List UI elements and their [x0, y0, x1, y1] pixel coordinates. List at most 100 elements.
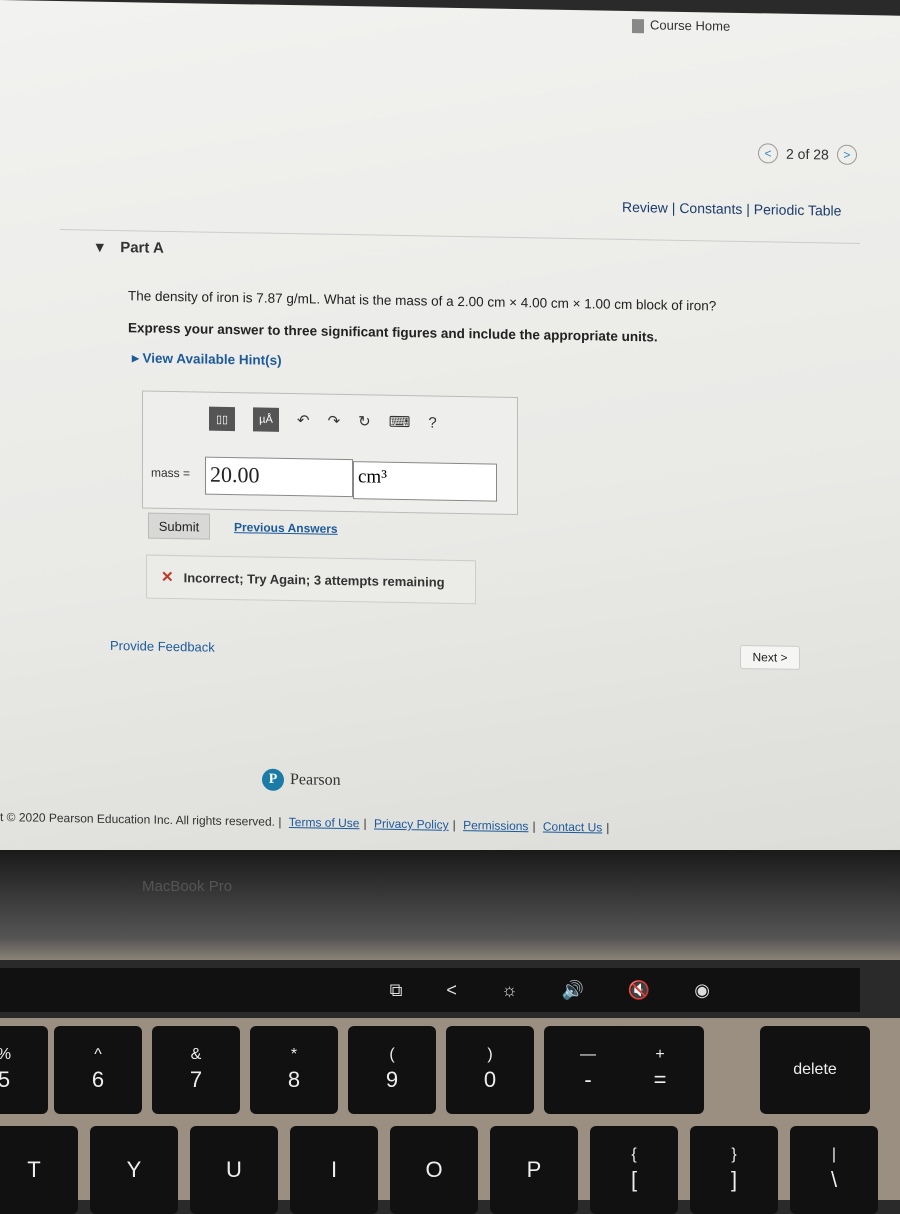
key[interactable]: }]	[690, 1126, 778, 1214]
key-top-label: (	[389, 1046, 395, 1064]
footer: t © 2020 Pearson Education Inc. All righ…	[0, 810, 610, 835]
feedback-text: Incorrect; Try Again; 3 attempts remaini…	[183, 569, 445, 590]
key-top-label: —	[580, 1046, 596, 1064]
pager-label: 2 of 28	[786, 145, 829, 163]
key-top-label: delete	[793, 1060, 837, 1078]
device-label: MacBook Pro	[142, 878, 233, 895]
key[interactable]: + =	[616, 1026, 704, 1114]
provide-feedback-link[interactable]: Provide Feedback	[110, 638, 215, 655]
view-hints-link[interactable]: ▸ View Available Hint(s)	[132, 350, 282, 369]
key[interactable]: P	[490, 1126, 578, 1214]
key[interactable]: I	[290, 1126, 378, 1214]
key-bottom-label: 5	[0, 1067, 11, 1093]
unit-value: cm³	[358, 466, 387, 488]
key-top-label: )	[487, 1046, 493, 1064]
key-bottom-label: I	[330, 1156, 338, 1182]
pearson-name: Pearson	[290, 771, 341, 789]
key-bottom-label: 8	[287, 1067, 301, 1093]
key[interactable]: Y	[90, 1126, 178, 1214]
key[interactable]: delete	[760, 1026, 870, 1114]
browser-screen: Course Home < 2 of 28 > Review | Constan…	[0, 0, 900, 866]
key-top-label: *	[290, 1046, 298, 1064]
key-bottom-label: 6	[91, 1067, 105, 1093]
key-bottom-label: Y	[126, 1156, 142, 1182]
book-icon	[632, 18, 644, 33]
reset-icon[interactable]: ↻	[358, 412, 371, 430]
keyboard: %5^6&7*8(9)0—-+=deleteTYUIOP{[}]|\	[0, 1018, 900, 1214]
key-bottom-label: ]	[730, 1167, 738, 1193]
key-bottom-label: \	[830, 1167, 838, 1193]
incorrect-icon: ✕	[161, 568, 174, 587]
key-top-label: &	[190, 1046, 202, 1064]
key[interactable]: U	[190, 1126, 278, 1214]
math-toolbar: ▯▯ µÅ ↶ ↷ ↻ ⌨ ?	[209, 406, 437, 435]
unit-input[interactable]: cm³	[353, 461, 497, 502]
submit-button[interactable]: Submit	[148, 512, 210, 540]
pearson-logo: P Pearson	[262, 768, 341, 792]
question-text: The density of iron is 7.87 g/mL. What i…	[128, 288, 717, 314]
permissions-link[interactable]: Permissions	[463, 818, 528, 833]
key[interactable]: T	[0, 1126, 78, 1214]
contact-link[interactable]: Contact Us	[543, 819, 602, 834]
next-button[interactable]: Next >	[740, 644, 800, 670]
key-bottom-label: 7	[189, 1067, 203, 1093]
key[interactable]: ^ 6	[54, 1026, 142, 1114]
previous-answers-link[interactable]: Previous Answers	[234, 520, 338, 536]
undo-icon[interactable]: ↶	[297, 411, 310, 429]
course-home-link[interactable]: Course Home	[632, 17, 730, 34]
key-bottom-label: 0	[483, 1067, 497, 1093]
part-a-header[interactable]: ▾ Part A	[96, 238, 164, 257]
key[interactable]: O	[390, 1126, 478, 1214]
mute-icon[interactable]: 🔇	[628, 980, 650, 1001]
key-top-label: %	[0, 1045, 11, 1066]
key[interactable]: ) 0	[446, 1026, 534, 1114]
key-top-label: ^	[94, 1046, 102, 1064]
pearson-p-icon: P	[262, 768, 284, 791]
redo-icon[interactable]: ↷	[328, 412, 341, 430]
key-top-label: +	[655, 1046, 665, 1064]
key-bottom-label: 9	[385, 1067, 399, 1093]
screenshot-icon[interactable]: ⧉	[390, 980, 403, 1001]
key[interactable]: * 8	[250, 1026, 338, 1114]
key-bottom-label: -	[584, 1067, 592, 1093]
key[interactable]: (9	[348, 1026, 436, 1114]
units-button[interactable]: µÅ	[253, 407, 279, 432]
key[interactable]: | \	[790, 1126, 878, 1214]
help-icon[interactable]: ?	[428, 414, 436, 431]
instruction-text: Express your answer to three significant…	[128, 320, 658, 345]
key-top-label: }	[731, 1146, 737, 1164]
copyright: t © 2020 Pearson Education Inc. All righ…	[0, 810, 282, 829]
review-constants-links[interactable]: Review | Constants | Periodic Table	[622, 199, 841, 219]
key-bottom-label: O	[425, 1156, 443, 1182]
key-bottom-label: U	[226, 1156, 242, 1182]
touch-bar: ⧉ < ☼ 🔊 🔇 ◉	[0, 968, 860, 1012]
privacy-link[interactable]: Privacy Policy	[374, 817, 449, 832]
key-bottom-label: P	[526, 1156, 542, 1182]
part-label: Part A	[120, 239, 164, 257]
terms-link[interactable]: Terms of Use	[289, 815, 360, 830]
mass-value-input[interactable]: 20.00	[205, 456, 353, 498]
brightness-icon[interactable]: ☼	[501, 980, 518, 1001]
next-item-button[interactable]: >	[836, 144, 857, 165]
mass-label: mass =	[151, 465, 191, 481]
key[interactable]: %5	[0, 1026, 48, 1114]
key-bottom-label: =	[653, 1067, 667, 1093]
key[interactable]: & 7	[152, 1026, 240, 1114]
templates-icon[interactable]: ▯▯	[209, 406, 235, 432]
siri-icon[interactable]: ◉	[694, 980, 710, 1001]
hint-label: View Available Hint(s)	[142, 350, 282, 368]
key-bottom-label: [	[630, 1167, 638, 1193]
keyboard-icon[interactable]: ⌨	[389, 413, 411, 431]
course-home-label: Course Home	[650, 17, 731, 34]
divider	[60, 229, 860, 245]
collapse-icon[interactable]: <	[446, 980, 457, 1001]
laptop-bezel	[0, 850, 900, 960]
answer-box: ▯▯ µÅ ↶ ↷ ↻ ⌨ ? mass = 20.00 cm³	[142, 390, 518, 516]
volume-icon[interactable]: 🔊	[561, 980, 583, 1001]
key-bottom-label: T	[27, 1156, 41, 1182]
key[interactable]: {[	[590, 1126, 678, 1214]
prev-item-button[interactable]: <	[758, 143, 778, 164]
pager: < 2 of 28 >	[758, 143, 857, 165]
feedback-message: ✕ Incorrect; Try Again; 3 attempts remain…	[146, 554, 476, 605]
key-top-label: |	[831, 1146, 837, 1164]
